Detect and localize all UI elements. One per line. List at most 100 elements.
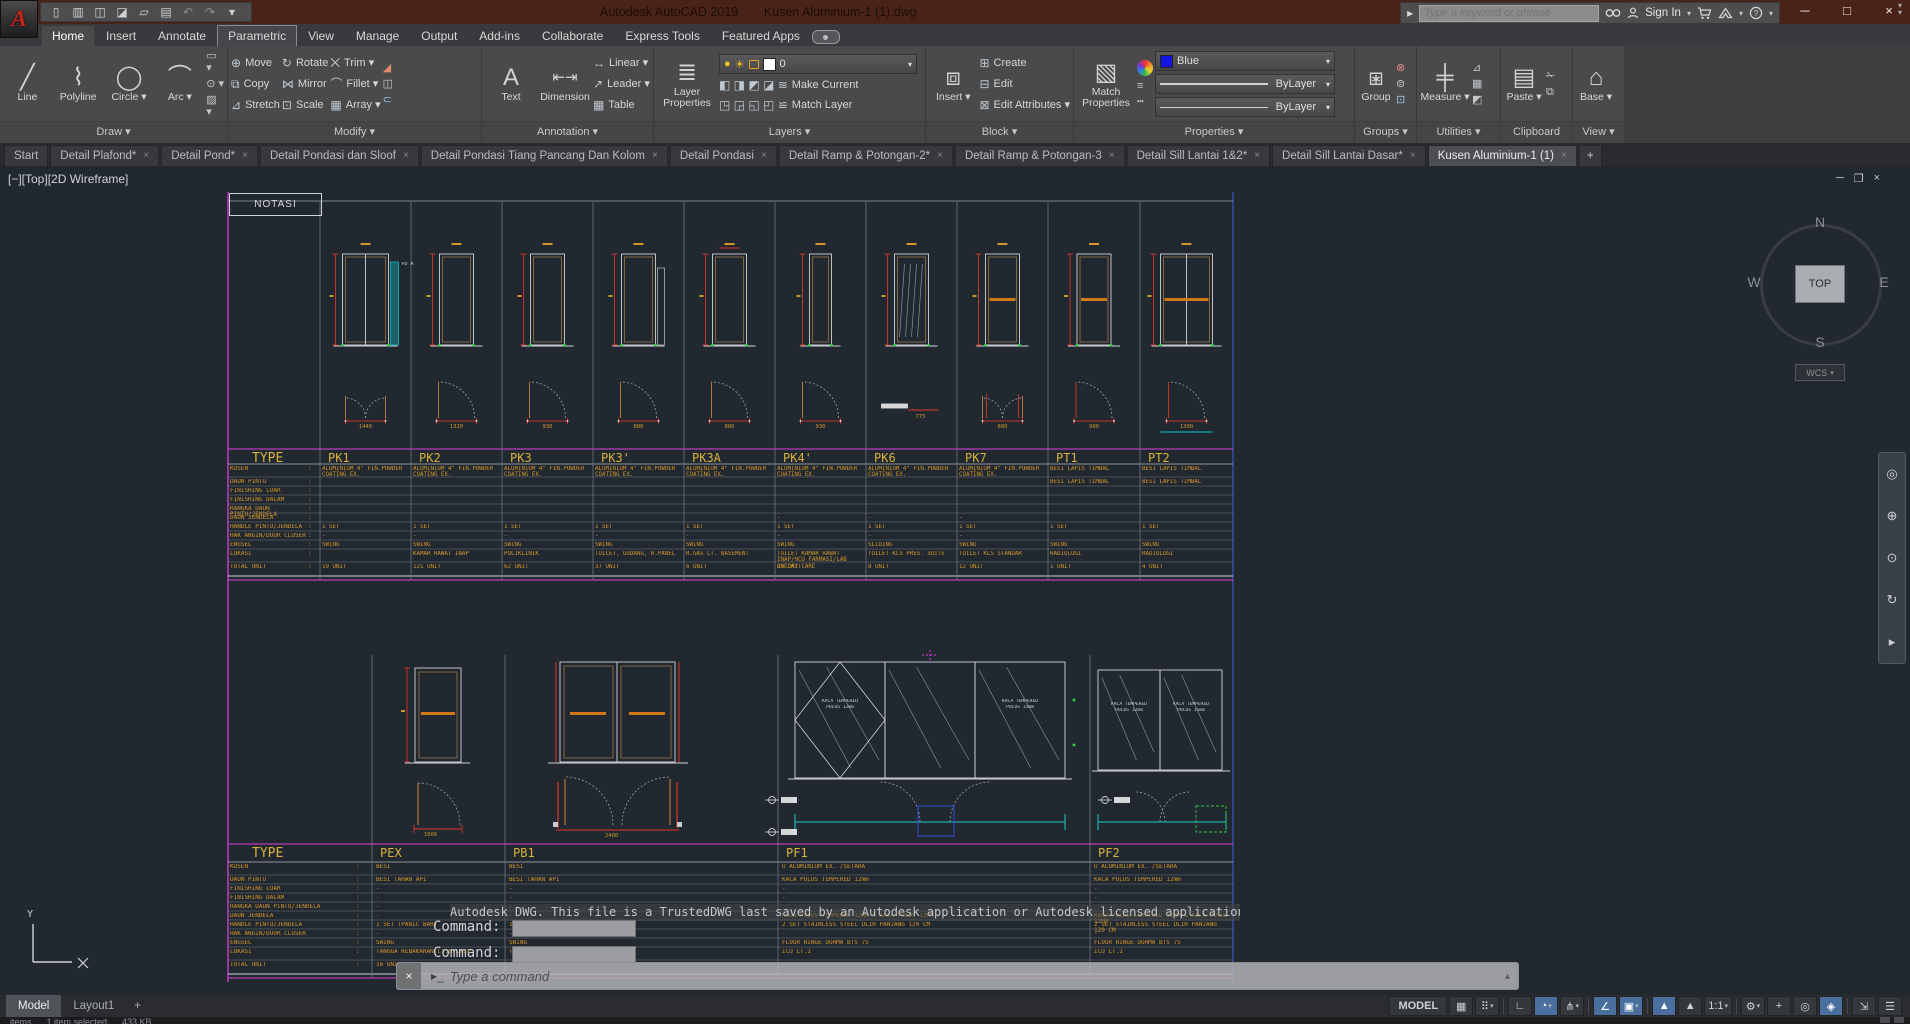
minimize-button[interactable]: ─ bbox=[1784, 0, 1826, 24]
panel-label-block[interactable]: Block ▾ bbox=[926, 121, 1073, 143]
file-tab-close-icon[interactable]: × bbox=[1561, 146, 1567, 166]
hardware-acceleration-toggle[interactable]: ◈ bbox=[1819, 996, 1843, 1016]
help-dropdown-icon[interactable]: ▾ bbox=[1769, 9, 1773, 18]
layer-unlock-icon[interactable] bbox=[749, 60, 759, 69]
panel-label-layers[interactable]: Layers ▾ bbox=[654, 121, 925, 143]
ribbon-tab-home[interactable]: Home bbox=[42, 26, 94, 46]
viewcube-north[interactable]: N bbox=[1810, 214, 1830, 230]
file-tab-close-icon[interactable]: × bbox=[1109, 146, 1115, 166]
save-drawing-icon[interactable]: ◫ bbox=[89, 3, 111, 21]
file-tab-detail-pondasi[interactable]: Detail Pondasi× bbox=[670, 145, 777, 166]
lineweight-list-icon[interactable]: ≡ bbox=[1137, 80, 1153, 92]
zoom-icon[interactable]: ⊙ bbox=[1887, 550, 1898, 566]
group-edit-icon[interactable]: ⊜ bbox=[1396, 78, 1405, 90]
layout-tab-model[interactable]: Model bbox=[6, 995, 61, 1017]
make-current-row[interactable]: ◧ ◨ ◩ ◪ ≋Make Current bbox=[719, 77, 917, 94]
annotation-visibility-toggle[interactable]: ▲ bbox=[1652, 996, 1676, 1016]
text-button[interactable]: AText bbox=[485, 65, 537, 103]
scale-button[interactable]: ⊡Scale bbox=[282, 97, 328, 114]
pan-icon[interactable]: ⊕ bbox=[1887, 508, 1898, 524]
group-select-icon[interactable]: ⊡ bbox=[1396, 94, 1405, 106]
object-isolate-toggle[interactable]: ◎ bbox=[1793, 996, 1817, 1016]
snap-mode-toggle[interactable]: ⠿▾ bbox=[1475, 996, 1499, 1016]
dropdown-icon[interactable]: ▾ bbox=[1724, 1002, 1728, 1010]
match-layer-label[interactable]: Match Layer bbox=[792, 97, 853, 114]
make-current-label[interactable]: Make Current bbox=[792, 77, 859, 94]
file-tab-close-icon[interactable]: × bbox=[761, 146, 767, 166]
command-input[interactable]: Type a command bbox=[450, 969, 549, 984]
layer-dropdown-icon[interactable]: ▾ bbox=[908, 60, 912, 69]
measure-button[interactable]: ╪Measure ▾ bbox=[1420, 65, 1470, 103]
search-input[interactable] bbox=[1419, 5, 1599, 22]
annotation-scale-toggle[interactable]: 1:1▾ bbox=[1704, 996, 1732, 1016]
file-tab-close-icon[interactable]: × bbox=[652, 146, 658, 166]
fillet-button[interactable]: ⌒Fillet ▾ bbox=[330, 76, 380, 93]
array-button[interactable]: ▦Array ▾ bbox=[330, 97, 380, 114]
viewcube-top-face[interactable]: TOP bbox=[1795, 265, 1845, 303]
offset-icon[interactable]: ⊂ bbox=[383, 94, 393, 106]
dropdown-icon[interactable]: ▾ bbox=[1576, 1002, 1580, 1010]
command-close-icon[interactable]: × bbox=[397, 963, 421, 989]
viewcube-wcs-menu[interactable]: WCS▾ bbox=[1795, 364, 1845, 381]
new-drawing-tab-button[interactable]: + bbox=[1579, 145, 1602, 166]
panel-label-view[interactable]: View ▾ bbox=[1573, 121, 1624, 143]
redo-icon[interactable]: ↷ bbox=[199, 3, 221, 21]
dropdown-icon[interactable]: ▾ bbox=[1490, 1002, 1494, 1010]
edit-block-button[interactable]: ⊟Edit bbox=[979, 76, 1070, 93]
ribbon-tab-add-ins[interactable]: Add-ins bbox=[469, 26, 530, 46]
maximize-button[interactable]: □ bbox=[1826, 0, 1868, 24]
copy-clip-icon[interactable]: ⧉ bbox=[1546, 86, 1555, 98]
dropdown-icon[interactable]: ▾ bbox=[1757, 1002, 1761, 1010]
dimension-button[interactable]: ⇤⇥Dimension bbox=[539, 65, 591, 103]
ribbon-tab-annotate[interactable]: Annotate bbox=[148, 26, 216, 46]
command-line-bar[interactable]: × ▸_ Type a command ▴ bbox=[396, 962, 1519, 990]
isometric-drafting-toggle[interactable]: ⋔▾ bbox=[1560, 996, 1584, 1016]
quick-calc-icon[interactable]: ▦ bbox=[1472, 78, 1482, 90]
panel-label-clipboard[interactable]: Clipboard bbox=[1501, 121, 1572, 143]
circle-button[interactable]: ◯Circle ▾ bbox=[105, 65, 154, 103]
file-tab-detail-sill-lantai-dasar-[interactable]: Detail Sill Lantai Dasar*× bbox=[1272, 145, 1426, 166]
new-layout-button[interactable]: + bbox=[126, 995, 149, 1017]
trim-button[interactable]: ⨉Trim ▾ bbox=[330, 55, 380, 72]
panel-label-draw[interactable]: Draw ▾ bbox=[0, 121, 227, 143]
file-tab-detail-ramp-potongan-2-[interactable]: Detail Ramp & Potongan-2*× bbox=[779, 145, 953, 166]
qat-customize-icon[interactable]: ▾ bbox=[221, 3, 243, 21]
viewcube-south[interactable]: S bbox=[1810, 334, 1830, 350]
new-drawing-icon[interactable]: ▯ bbox=[45, 3, 67, 21]
file-tab-overflow-icon[interactable]: ▾▾ bbox=[1898, 2, 1902, 16]
doc-minimize-icon[interactable]: ─ bbox=[1836, 172, 1844, 185]
customization-toggle[interactable]: ☰ bbox=[1878, 996, 1902, 1016]
app-store-cart-icon[interactable] bbox=[1697, 7, 1712, 20]
layer-on-icon[interactable]: ● bbox=[724, 58, 731, 70]
quick-select-icon[interactable]: ⊿ bbox=[1472, 62, 1482, 74]
rotate-button[interactable]: ↻Rotate bbox=[282, 55, 328, 72]
sign-in-button[interactable]: Sign In bbox=[1645, 7, 1681, 19]
paste-button[interactable]: ▤Paste ▾ bbox=[1504, 65, 1544, 103]
base-button[interactable]: ⌂Base ▾ bbox=[1576, 65, 1616, 103]
open-from-web-mobile-icon[interactable]: ▱ bbox=[133, 3, 155, 21]
leader-button[interactable]: ↗Leader ▾ bbox=[593, 76, 650, 93]
layer-color-swatch[interactable] bbox=[763, 58, 776, 71]
undo-icon[interactable]: ↶ bbox=[177, 3, 199, 21]
annotation-monitor-toggle[interactable]: + bbox=[1767, 996, 1791, 1016]
close-button[interactable]: × bbox=[1868, 0, 1910, 24]
ribbon-tab-parametric[interactable]: Parametric bbox=[218, 26, 296, 46]
file-tab-close-icon[interactable]: × bbox=[242, 146, 248, 166]
layer-properties-button[interactable]: ≣Layer Properties bbox=[657, 60, 717, 109]
help-icon[interactable]: ? bbox=[1749, 6, 1763, 20]
object-color-dropdown[interactable]: Blue▾ bbox=[1155, 51, 1335, 71]
steering-wheel-icon[interactable]: ◎ bbox=[1886, 466, 1897, 482]
workspace-switching-toggle[interactable]: ⚙▾ bbox=[1741, 996, 1765, 1016]
table-button[interactable]: ▦Table bbox=[593, 97, 650, 114]
ungroup-icon[interactable]: ⊗ bbox=[1396, 62, 1405, 74]
ribbon-tab-featured-apps[interactable]: Featured Apps bbox=[712, 26, 810, 46]
application-menu-button[interactable]: A bbox=[0, 0, 38, 38]
rectangle-icon[interactable]: ▭ ▾ bbox=[206, 50, 224, 74]
showmotion-icon[interactable]: ▸ bbox=[1889, 634, 1896, 650]
edit-attributes-button[interactable]: ⊠Edit Attributes ▾ bbox=[979, 97, 1070, 114]
match-properties-button[interactable]: ▧Match Properties bbox=[1077, 60, 1135, 109]
save-as-icon[interactable]: ◪ bbox=[111, 3, 133, 21]
ribbon-tab-view[interactable]: View bbox=[298, 26, 344, 46]
polyline-button[interactable]: ⌇Polyline bbox=[54, 65, 103, 103]
ribbon-tab-insert[interactable]: Insert bbox=[96, 26, 146, 46]
